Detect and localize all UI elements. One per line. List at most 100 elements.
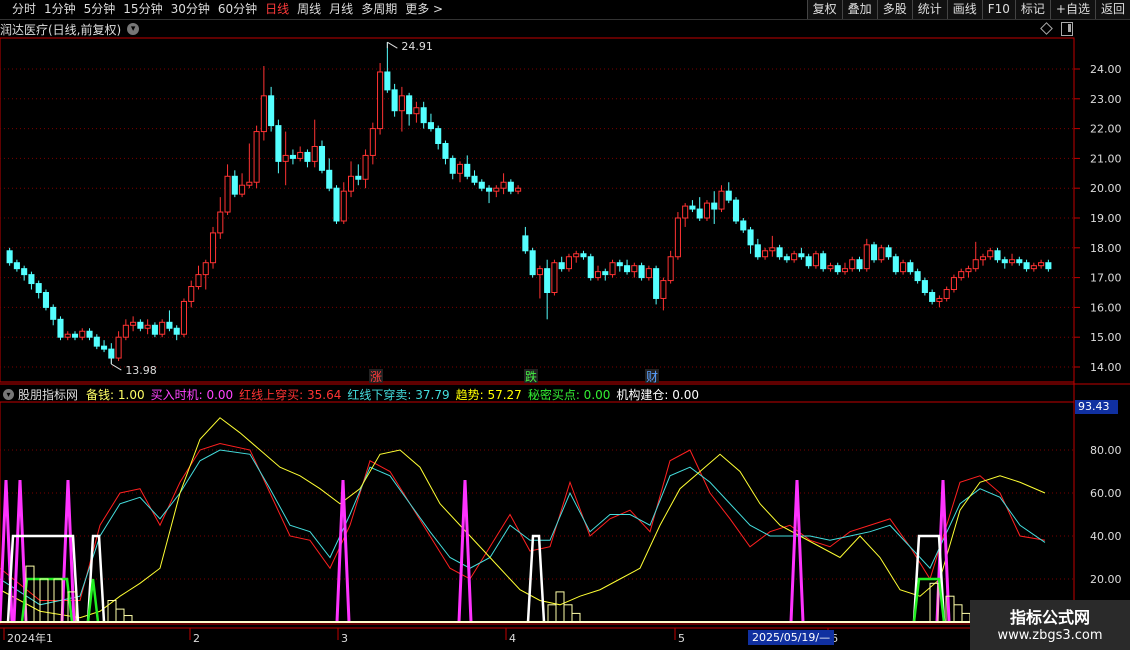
candle-body <box>921 280 928 293</box>
candle-body <box>667 256 674 282</box>
candle-body <box>522 235 529 252</box>
candle-body <box>965 268 972 273</box>
secret-buy-box <box>912 577 946 623</box>
candle-body <box>624 265 631 273</box>
candle-body <box>289 154 296 159</box>
indicator-field-2: 红线上穿买: 35.64 <box>239 387 342 402</box>
candle-body <box>406 95 413 115</box>
candle-body <box>304 151 311 162</box>
indicator-tick-label: 40.00 <box>1090 530 1122 543</box>
candle-body <box>863 244 870 270</box>
candle-body <box>464 163 471 177</box>
candle-body <box>239 184 246 195</box>
candle-body <box>151 324 158 335</box>
candle-body <box>660 280 667 299</box>
candle-body <box>885 247 892 258</box>
indicator-field-0: 备钱: 1.00 <box>86 387 145 402</box>
candle-body <box>987 250 994 258</box>
candle-body <box>209 232 217 264</box>
candle-body <box>427 122 434 130</box>
candle-body <box>391 89 398 112</box>
candle-body <box>28 274 35 285</box>
candle-body <box>711 202 718 210</box>
candle-body <box>849 259 856 270</box>
candle-body <box>1045 262 1052 270</box>
event-marker-finance: 财 <box>646 370 658 384</box>
price-tick-label: 22.00 <box>1090 123 1122 136</box>
candle-body <box>21 268 28 276</box>
candle-body <box>1038 262 1045 267</box>
candle-body <box>471 175 478 183</box>
candle-body <box>1001 259 1008 264</box>
candle-body <box>870 244 878 261</box>
time-tick-label: 2 <box>193 632 200 645</box>
watermark-title: 指标公式网 <box>1009 608 1090 627</box>
candle-body <box>268 95 275 127</box>
event-marker-fall: 跌 <box>525 369 537 384</box>
candle-body <box>573 253 580 258</box>
indicator-tick-label: 80.00 <box>1090 444 1122 457</box>
indicator-field-4: 趋势: 57.27 <box>455 387 522 402</box>
candle-body <box>166 321 173 329</box>
event-marker-rise: 涨 <box>370 369 382 384</box>
candle-body <box>195 274 202 288</box>
indicator-field-6: 机构建仓: 0.00 <box>616 387 699 402</box>
candle-body <box>144 324 151 329</box>
indicator-field-5: 秘密买点: 0.00 <box>527 387 611 402</box>
candle-body <box>609 262 616 276</box>
time-tick-label: 2024年1 <box>7 631 53 645</box>
chevron-down-icon[interactable]: ▾ <box>3 388 14 400</box>
candle-body <box>362 154 369 180</box>
main-chart-area[interactable]: 24.00 23.00 22.00 21.00 20.00 19.00 18.00 17.00… <box>0 0 1130 650</box>
high-marker <box>386 41 398 49</box>
volume-step-bar <box>25 565 35 623</box>
price-tick-label: 23.00 <box>1090 93 1122 106</box>
candle-body <box>551 262 558 294</box>
candle-body <box>580 253 587 258</box>
high-price-label: 24.91 <box>401 40 433 53</box>
buy-signal-spike <box>457 480 473 623</box>
candle-body <box>384 71 391 91</box>
candle-body <box>689 205 696 210</box>
candle-body <box>369 128 376 156</box>
indicator-field-3: 红线下穿卖: 37.79 <box>347 387 450 402</box>
candle-body <box>674 217 681 258</box>
candle-body <box>486 187 493 192</box>
candle-body <box>159 321 166 335</box>
price-tick-label: 16.00 <box>1090 301 1122 314</box>
candle-body <box>188 286 195 302</box>
candle-body <box>13 262 20 270</box>
time-tick-label: 3 <box>341 632 348 645</box>
candle-body <box>246 181 253 186</box>
candle-body <box>42 292 49 308</box>
low-price-label: 13.98 <box>125 364 157 377</box>
candle-body <box>57 318 64 338</box>
candle-body <box>398 95 405 112</box>
candle-body <box>318 145 326 171</box>
watermark: 指标公式网 www.zbgs3.com <box>970 600 1130 650</box>
price-tick-label: 18.00 <box>1090 242 1122 255</box>
candle-body <box>972 259 979 270</box>
candle-body <box>616 262 623 267</box>
volume-step-bar <box>961 612 971 623</box>
candle-body <box>478 181 485 189</box>
candle-body <box>594 271 602 279</box>
candle-body <box>260 95 267 133</box>
candle-body <box>64 333 71 338</box>
candle-body <box>544 268 551 294</box>
price-tick-label: 15.00 <box>1090 331 1122 344</box>
candle-body <box>740 220 747 231</box>
candle-body <box>529 250 536 276</box>
candle-body <box>79 330 86 338</box>
candle-body <box>493 187 500 192</box>
candle-body <box>180 300 188 335</box>
candle-body <box>725 190 732 201</box>
candle-body <box>638 265 645 279</box>
candle-body <box>6 250 13 264</box>
candle-body <box>812 253 819 267</box>
candle-body <box>558 262 565 270</box>
indicator-current-value: 93.43 <box>1075 400 1118 414</box>
candle-body <box>979 256 987 261</box>
candle-body <box>130 321 137 326</box>
candle-body <box>841 268 849 273</box>
